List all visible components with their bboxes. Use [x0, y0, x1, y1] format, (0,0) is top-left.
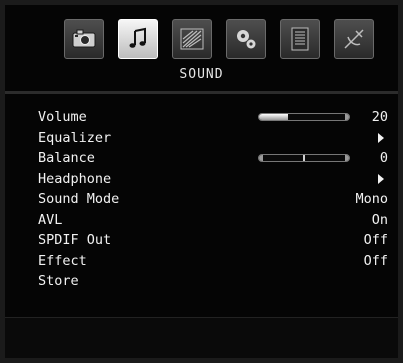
sound-mode-value: Mono — [355, 191, 388, 207]
menu-icon-strip — [64, 19, 374, 65]
tab-sound[interactable] — [118, 19, 158, 59]
submenu-arrow-icon — [378, 132, 384, 143]
tab-source[interactable] — [334, 19, 374, 59]
tab-setup[interactable] — [226, 19, 266, 59]
menu-item-headphone[interactable]: Headphone — [38, 169, 388, 190]
menu-item-label: Effect — [38, 252, 87, 269]
menu-item-equalizer[interactable]: Equalizer — [38, 128, 388, 149]
picture-settings-icon — [180, 28, 204, 50]
menu-item-avl[interactable]: AVL On — [38, 210, 388, 231]
balance-value: 0 — [379, 150, 388, 166]
tab-camera[interactable] — [64, 19, 104, 59]
menu-item-store[interactable]: Store — [38, 271, 388, 292]
divider — [5, 91, 398, 94]
effect-value: Off — [363, 252, 388, 269]
menu-item-effect[interactable]: Effect Off — [38, 251, 388, 272]
sound-settings-list: Volume 20 Equalizer Balance 0 Headphone — [38, 107, 388, 292]
avl-value: On — [371, 211, 388, 228]
balance-slider[interactable] — [258, 154, 350, 162]
submenu-arrow-icon — [378, 173, 384, 184]
tab-picture[interactable] — [172, 19, 212, 59]
gears-icon — [237, 30, 256, 49]
music-note-icon — [129, 27, 146, 48]
camera-icon — [72, 29, 96, 48]
menu-item-label: Equalizer — [38, 129, 112, 146]
volume-value: 20 — [371, 109, 388, 125]
volume-slider[interactable] — [258, 113, 350, 121]
tab-info[interactable] — [280, 19, 320, 59]
section-title: SOUND — [179, 67, 224, 82]
satellite-icon — [344, 29, 364, 49]
menu-item-label: Sound Mode — [38, 191, 120, 207]
menu-item-label: Store — [38, 273, 79, 289]
menu-item-spdif-out[interactable]: SPDIF Out Off — [38, 230, 388, 251]
menu-item-label: Headphone — [38, 170, 112, 187]
bottom-info-bar — [5, 317, 398, 358]
menu-item-label: Balance — [38, 150, 95, 166]
menu-item-volume[interactable]: Volume 20 — [38, 107, 388, 128]
menu-item-sound-mode[interactable]: Sound Mode Mono — [38, 189, 388, 210]
menu-item-label: AVL — [38, 211, 63, 228]
tv-menu-window: SOUND Volume 20 Equalizer Balance 0 Head… — [5, 5, 398, 358]
menu-item-balance[interactable]: Balance 0 — [38, 148, 388, 169]
spdif-out-value: Off — [363, 232, 388, 248]
document-icon — [291, 27, 309, 51]
menu-item-label: Volume — [38, 109, 87, 125]
menu-item-label: SPDIF Out — [38, 232, 112, 248]
